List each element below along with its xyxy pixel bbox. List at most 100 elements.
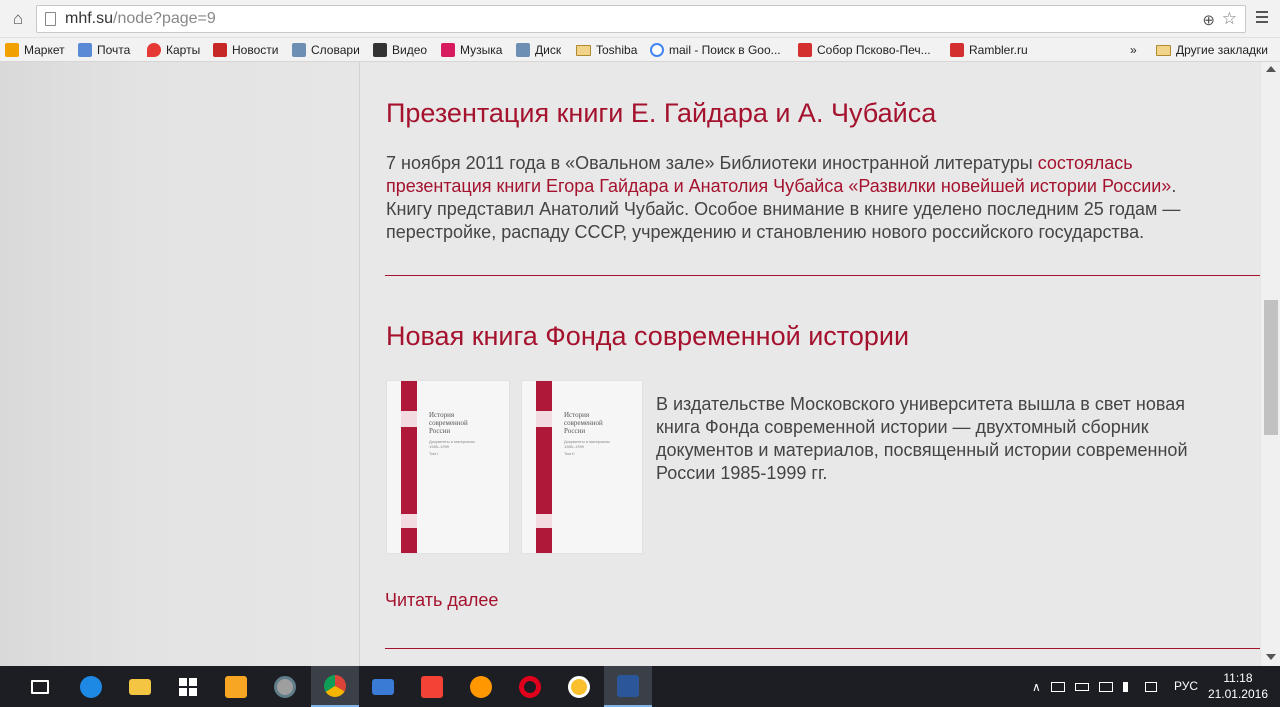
bookmark-label: Карты	[166, 43, 201, 57]
read-more-link[interactable]: Читать далее	[385, 590, 498, 611]
page-icon	[45, 12, 56, 26]
clock-date: 21.01.2016	[1207, 687, 1268, 701]
display-icon[interactable]	[1098, 681, 1113, 692]
article-summary: 7 ноября 2011 года в «Овальном зале» Биб…	[386, 152, 1246, 244]
task-view-button[interactable]	[16, 666, 64, 707]
summary-text: России 1985-1999 гг.	[656, 463, 828, 483]
summary-text: документов и материалов, посвященный ист…	[656, 440, 1188, 460]
bookmark-toshiba[interactable]: Toshiba	[576, 41, 637, 59]
bookmark-sobor[interactable]: Собор Псково-Печ...	[798, 41, 931, 59]
zoom-icon[interactable]: ⊕	[1202, 11, 1215, 29]
system-tray: ∧	[1030, 666, 1170, 707]
bookmark-label: Почта	[97, 43, 131, 57]
bookmark-dictionaries[interactable]: Словари	[292, 41, 360, 59]
taskbar-yandex[interactable]	[408, 666, 456, 707]
star-icon[interactable]: ☆	[1222, 9, 1237, 29]
book-title: История современной России	[429, 411, 505, 435]
scrollbar[interactable]	[1260, 62, 1280, 666]
app-icon	[470, 675, 492, 698]
book-title-line: России	[564, 427, 586, 435]
chevron-up-icon[interactable]: ∧	[1032, 680, 1041, 694]
bookmarks-overflow-button[interactable]: »	[1130, 41, 1137, 59]
other-bookmarks[interactable]: Другие закладки	[1156, 41, 1268, 59]
bookmark-label: Музыка	[460, 43, 503, 57]
bookmark-label: mail - Поиск в Goo...	[669, 43, 781, 57]
bookmark-disk[interactable]: Диск	[516, 41, 561, 59]
address-bar[interactable]: mhf.su/node?page=9 ⊕ ☆	[36, 5, 1246, 33]
url-text[interactable]: mhf.su/node?page=9	[65, 10, 216, 28]
summary-text: Книгу представил Анатолий Чубайс. Особое…	[386, 199, 1181, 219]
summary-text: В издательстве Московского университета …	[656, 394, 1185, 414]
book-cover-volume-1[interactable]: История современной России Документы и м…	[386, 380, 510, 554]
bookmark-label: Маркет	[24, 43, 65, 57]
divider	[385, 648, 1260, 649]
menu-icon[interactable]	[1256, 8, 1270, 28]
book-title: История современной России	[564, 411, 640, 435]
book-cover-volume-2[interactable]: История современной России Документы и м…	[521, 380, 643, 554]
article-link[interactable]: состоялась	[1038, 153, 1133, 173]
book-subtitle-line: 1985–1999	[564, 444, 585, 449]
taskbar-mail[interactable]	[359, 666, 407, 707]
bookmark-google-search[interactable]: mail - Поиск в Goo...	[650, 41, 781, 59]
store-icon	[179, 677, 197, 696]
bookmark-music[interactable]: Музыка	[441, 41, 502, 59]
bookmark-news[interactable]: Новости	[213, 41, 278, 59]
article-link[interactable]: презентация книги Егора Гайдара и Анатол…	[386, 176, 1171, 196]
summary-text: книга Фонда современной истории — двухто…	[656, 417, 1149, 437]
market-icon	[5, 43, 19, 57]
book-volume: Том II	[564, 451, 575, 456]
word-icon	[617, 674, 639, 697]
taskbar-yandex-browser[interactable]	[555, 666, 603, 707]
edge-icon	[80, 675, 102, 698]
bookmark-label: Диск	[535, 43, 562, 57]
summary-text: .	[1171, 176, 1177, 196]
clock-time: 11:18	[1223, 671, 1253, 685]
scroll-up-icon[interactable]	[1266, 66, 1276, 72]
article-title[interactable]: Презентация книги Е. Гайдара и А. Чубайс…	[386, 98, 936, 129]
network-icon[interactable]	[1050, 681, 1065, 692]
bookmark-label: Toshiba	[596, 43, 638, 57]
folder-icon	[576, 45, 591, 56]
yandex-icon	[421, 675, 443, 698]
taskbar-app-orange[interactable]	[457, 666, 505, 707]
taskbar-opera[interactable]	[506, 666, 554, 707]
taskbar-explorer[interactable]	[116, 666, 164, 707]
book-subtitle: Документы и материалы 1985–1999	[564, 439, 640, 449]
battery-icon[interactable]	[1074, 682, 1089, 691]
bookmark-label: Словари	[311, 43, 360, 57]
taskbar-store[interactable]	[164, 666, 212, 707]
bookmark-label: Rambler.ru	[969, 43, 1028, 57]
volume-icon[interactable]	[1122, 681, 1135, 692]
taskbar: ∧ РУС 11:18 21.01.2016	[0, 666, 1280, 707]
article-summary: В издательстве Московского университета …	[656, 393, 1256, 485]
publisher-logo-icon	[536, 514, 552, 528]
taskbar-app[interactable]	[261, 666, 309, 707]
news-icon	[213, 43, 227, 57]
article-title[interactable]: Новая книга Фонда современной истории	[386, 321, 909, 352]
url-path: /node?page=9	[113, 10, 216, 27]
fund-logo-icon	[401, 411, 417, 427]
taskbar-edge[interactable]	[67, 666, 115, 707]
taskbar-media[interactable]	[212, 666, 260, 707]
scrollbar-thumb[interactable]	[1264, 300, 1278, 435]
bookmark-video[interactable]: Видео	[373, 41, 427, 59]
map-pin-icon	[147, 43, 161, 57]
notification-icon[interactable]	[1144, 681, 1157, 692]
bookmark-rambler[interactable]: Rambler.ru	[950, 41, 1028, 59]
fund-logo-icon	[536, 411, 552, 427]
taskbar-word[interactable]	[604, 666, 652, 707]
google-icon	[650, 43, 664, 57]
bookmark-market[interactable]: Маркет	[5, 41, 65, 59]
language-indicator[interactable]: РУС	[1174, 679, 1198, 693]
home-icon[interactable]: ⌂	[8, 9, 28, 29]
web-page: Презентация книги Е. Гайдара и А. Чубайс…	[0, 62, 1280, 666]
summary-text: 7 ноября 2011 года в «Овальном зале» Биб…	[386, 153, 1038, 173]
scroll-down-icon[interactable]	[1266, 654, 1276, 660]
clock[interactable]: 11:18 21.01.2016	[1208, 670, 1268, 702]
taskbar-chrome[interactable]	[311, 666, 359, 707]
book-title-line: современной	[564, 419, 603, 427]
bookmark-mail[interactable]: Почта	[78, 41, 130, 59]
other-bookmarks-label: Другие закладки	[1176, 43, 1268, 57]
bookmark-label: Новости	[232, 43, 279, 57]
bookmark-maps[interactable]: Карты	[147, 41, 200, 59]
